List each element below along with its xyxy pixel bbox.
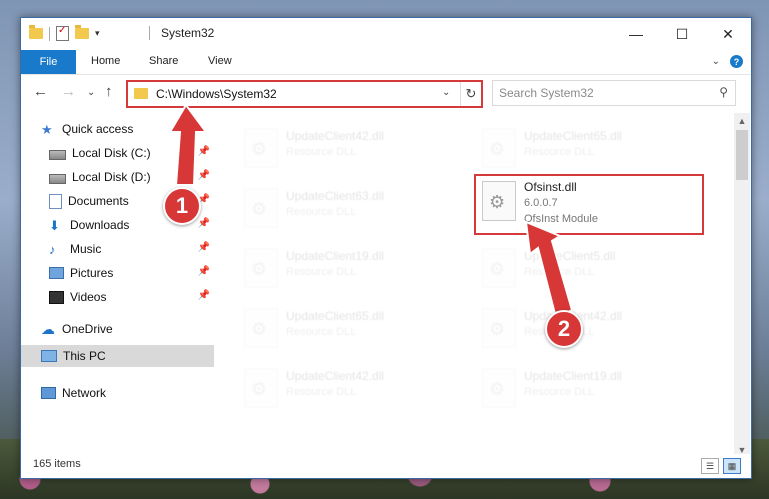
- step-2-badge: 2: [545, 310, 583, 348]
- arrow-2: [524, 220, 574, 320]
- step-1-badge: 1: [163, 187, 201, 225]
- annotation-arrows: [168, 103, 574, 320]
- arrow-1: [168, 103, 208, 186]
